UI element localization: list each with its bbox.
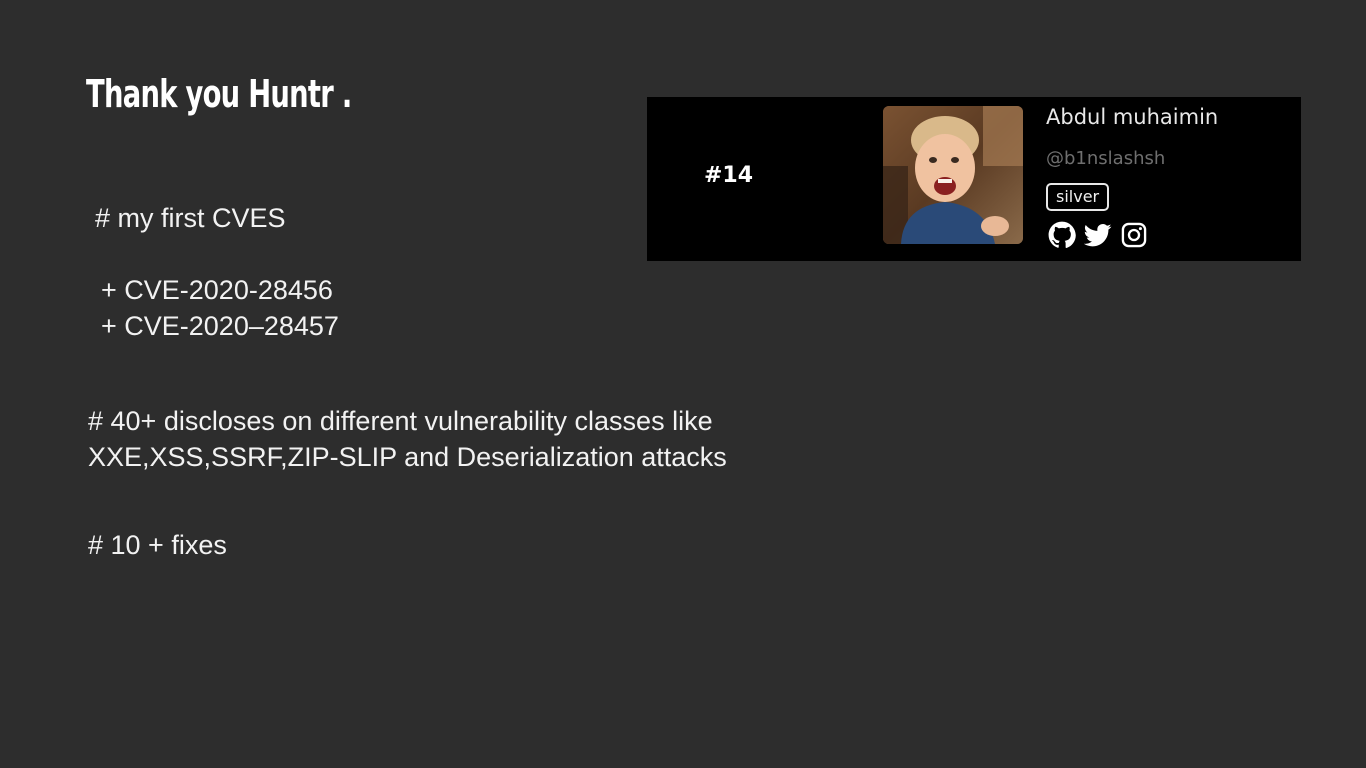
avatar [883, 106, 1023, 244]
profile-card: #14 Abdul muhaimin @b1nslashsh silver [647, 97, 1301, 261]
discloses-line-2: XXE,XSS,SSRF,ZIP-SLIP and Deserializatio… [88, 442, 727, 472]
discloses-line-1: # 40+ discloses on different vulnerabili… [88, 406, 713, 436]
cves-heading: # my first CVES [95, 203, 286, 233]
slide-title: Thank you Huntr . [86, 72, 352, 116]
social-links [1048, 221, 1148, 249]
presentation-slide: Thank you Huntr . # my first CVES + CVE-… [0, 0, 1366, 768]
cve-item-2: + CVE-2020–28457 [101, 311, 339, 341]
instagram-icon[interactable] [1120, 221, 1148, 249]
avatar-image [883, 106, 1023, 244]
leaderboard-rank: #14 [704, 163, 754, 188]
github-icon[interactable] [1048, 221, 1076, 249]
cve-item-1: + CVE-2020-28456 [101, 275, 333, 305]
fixes-line: # 10 + fixes [88, 530, 227, 560]
twitter-icon[interactable] [1084, 221, 1112, 249]
profile-name: Abdul muhaimin [1046, 105, 1219, 129]
profile-handle: @b1nslashsh [1046, 148, 1166, 169]
tier-badge: silver [1046, 183, 1110, 211]
